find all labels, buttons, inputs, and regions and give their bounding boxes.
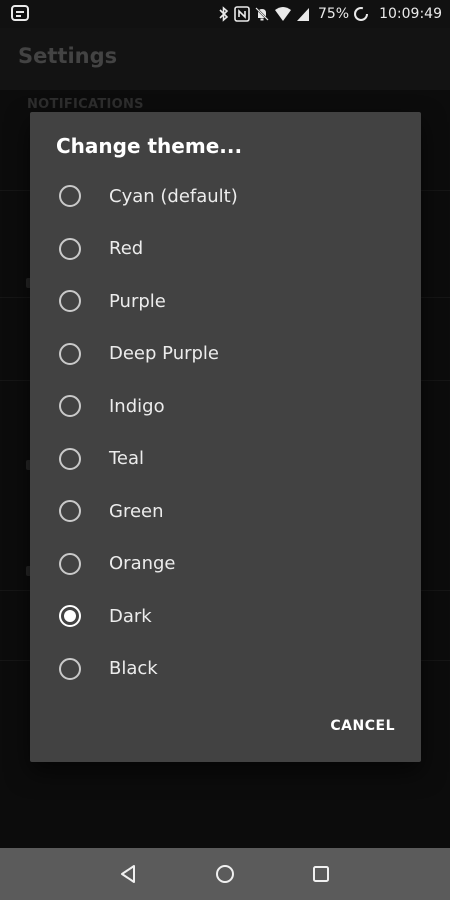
option-label: Purple: [109, 290, 166, 312]
radio-button[interactable]: [59, 395, 81, 418]
theme-option-red[interactable]: Red: [30, 223, 421, 276]
radio-button[interactable]: [59, 657, 81, 680]
option-label: Black: [109, 658, 158, 680]
option-label: Dark: [109, 605, 152, 627]
theme-option-green[interactable]: Green: [30, 485, 421, 538]
theme-option-teal[interactable]: Teal: [30, 433, 421, 486]
navigation-bar: [0, 848, 450, 900]
option-label: Cyan (default): [109, 185, 238, 207]
option-label: Orange: [109, 553, 176, 575]
radio-button[interactable]: [59, 342, 81, 365]
back-icon[interactable]: [117, 862, 141, 886]
wifi-icon: [274, 6, 292, 22]
screen: 75% 10:09:49 Settings NOTIFICATIONS Chan…: [0, 0, 450, 900]
theme-option-indigo[interactable]: Indigo: [30, 380, 421, 433]
theme-option-dark[interactable]: Dark: [30, 590, 421, 643]
home-icon[interactable]: [213, 862, 237, 886]
recents-icon[interactable]: [309, 862, 333, 886]
option-label: Indigo: [109, 395, 165, 417]
theme-option-list: Cyan (default) Red Purple Deep Purple In…: [30, 170, 421, 695]
radio-button[interactable]: [59, 447, 81, 470]
theme-option-black[interactable]: Black: [30, 643, 421, 696]
radio-button[interactable]: [59, 500, 81, 523]
cell-signal-icon: [296, 6, 310, 22]
option-label: Green: [109, 500, 164, 522]
clock: 10:09:49: [379, 6, 442, 22]
theme-option-purple[interactable]: Purple: [30, 275, 421, 328]
theme-option-deep-purple[interactable]: Deep Purple: [30, 328, 421, 381]
mute-icon: [254, 6, 270, 22]
radio-button[interactable]: [59, 237, 81, 260]
radio-button[interactable]: [59, 552, 81, 575]
status-bar: 75% 10:09:49: [0, 0, 450, 28]
app-notification-icon: [10, 4, 30, 24]
cancel-button[interactable]: CANCEL: [330, 718, 395, 734]
nfc-icon: [234, 6, 250, 22]
change-theme-dialog: Change theme... Cyan (default) Red Purpl…: [30, 112, 421, 762]
bluetooth-icon: [218, 6, 230, 22]
option-label: Teal: [109, 448, 145, 470]
theme-option-cyan[interactable]: Cyan (default): [30, 170, 421, 223]
dialog-title: Change theme...: [56, 134, 243, 158]
radio-button[interactable]: [59, 290, 81, 313]
theme-option-orange[interactable]: Orange: [30, 538, 421, 591]
battery-saver-icon: [353, 6, 369, 22]
option-label: Red: [109, 238, 144, 260]
battery-percentage: 75%: [317, 6, 350, 22]
option-label: Deep Purple: [109, 343, 220, 365]
radio-button[interactable]: [59, 185, 81, 208]
radio-button-selected[interactable]: [59, 605, 81, 628]
